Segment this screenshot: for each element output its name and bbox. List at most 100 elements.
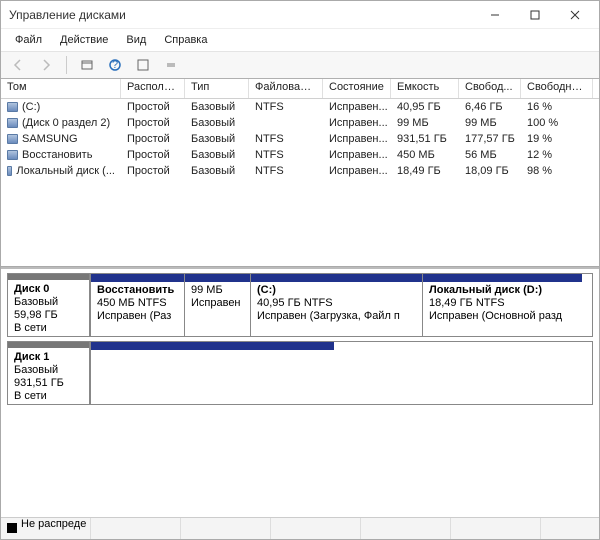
close-button[interactable]: [555, 4, 595, 26]
partition[interactable]: Локальный диск (D:)18,49 ГБ NTFSИсправен…: [422, 274, 582, 336]
back-button[interactable]: [7, 54, 29, 76]
disk-row[interactable]: Диск 1Базовый931,51 ГБВ сети: [7, 341, 593, 405]
legend-unallocated: Не распреде: [1, 518, 91, 539]
vol-fs: NTFS: [249, 99, 323, 115]
help-button[interactable]: ?: [104, 54, 126, 76]
partitions: [90, 342, 592, 404]
menu-help[interactable]: Справка: [156, 32, 215, 48]
partition-status: Исправен: [191, 297, 244, 310]
vol-type: Базовый: [185, 131, 249, 147]
vol-pct: 16 %: [521, 99, 593, 115]
menu-view[interactable]: Вид: [118, 32, 154, 48]
forward-button[interactable]: [35, 54, 57, 76]
list-rows: (C:)ПростойБазовыйNTFSИсправен...40,95 Г…: [1, 99, 599, 179]
vol-fs: NTFS: [249, 131, 323, 147]
vol-pct: 98 %: [521, 163, 593, 179]
volume-icon: [7, 150, 18, 160]
vol-capacity: 931,51 ГБ: [391, 131, 459, 147]
vol-pct: 100 %: [521, 115, 593, 131]
vol-fs: NTFS: [249, 163, 323, 179]
refresh-button[interactable]: [76, 54, 98, 76]
vol-layout: Простой: [121, 147, 185, 163]
col-capacity[interactable]: Емкость: [391, 79, 459, 98]
settings-button[interactable]: [160, 54, 182, 76]
disk-status: В сети: [14, 322, 83, 335]
vol-fs: NTFS: [249, 147, 323, 163]
partition-size: 450 МБ NTFS: [97, 297, 178, 310]
vol-layout: Простой: [121, 99, 185, 115]
disk-map: Диск 0Базовый59,98 ГБВ сетиВосстановить4…: [1, 267, 599, 517]
legend-seg: [451, 518, 541, 539]
menu-file[interactable]: Файл: [7, 32, 50, 48]
disk-label[interactable]: Диск 0Базовый59,98 ГБВ сети: [8, 274, 90, 336]
table-row[interactable]: ВосстановитьПростойБазовыйNTFSИсправен..…: [1, 147, 599, 163]
vol-name: (Диск 0 раздел 2): [22, 117, 110, 129]
disk-stripe: [8, 342, 89, 348]
legend-seg: [361, 518, 451, 539]
disk-type: Базовый: [14, 364, 83, 377]
disk-size: 59,98 ГБ: [14, 309, 83, 322]
vol-type: Базовый: [185, 163, 249, 179]
vol-capacity: 18,49 ГБ: [391, 163, 459, 179]
partition-size: 99 МБ: [191, 284, 244, 297]
table-row[interactable]: Локальный диск (...ПростойБазовыйNTFSИсп…: [1, 163, 599, 179]
partition-title: Восстановить: [97, 284, 178, 297]
partition-title: Локальный диск (D:): [429, 284, 576, 297]
vol-capacity: 450 МБ: [391, 147, 459, 163]
partition-stripe: [423, 274, 582, 282]
table-row[interactable]: (Диск 0 раздел 2)ПростойБазовыйИсправен.…: [1, 115, 599, 131]
disk-stripe: [8, 274, 89, 280]
action-button[interactable]: [132, 54, 154, 76]
maximize-button[interactable]: [515, 4, 555, 26]
col-volume[interactable]: Том: [1, 79, 121, 98]
vol-layout: Простой: [121, 163, 185, 179]
menubar: Файл Действие Вид Справка: [1, 29, 599, 51]
disk-row[interactable]: Диск 0Базовый59,98 ГБВ сетиВосстановить4…: [7, 273, 593, 337]
table-row[interactable]: (C:) ПростойБазовыйNTFSИсправен...40,95 Г…: [1, 99, 599, 115]
vol-layout: Простой: [121, 131, 185, 147]
vol-type: Базовый: [185, 99, 249, 115]
col-free[interactable]: Свобод...: [459, 79, 521, 98]
col-layout[interactable]: Располо...: [121, 79, 185, 98]
col-status[interactable]: Состояние: [323, 79, 391, 98]
partition[interactable]: [90, 342, 334, 404]
vol-layout: Простой: [121, 115, 185, 131]
minimize-button[interactable]: [475, 4, 515, 26]
col-pct[interactable]: Свободно %: [521, 79, 593, 98]
volume-list: Том Располо... Тип Файловая с... Состоян…: [1, 79, 599, 267]
vol-status: Исправен...: [323, 131, 391, 147]
table-row[interactable]: SAMSUNGПростойБазовыйNTFSИсправен...931,…: [1, 131, 599, 147]
legend-seg: [271, 518, 361, 539]
vol-status: Исправен...: [323, 99, 391, 115]
disk-status: В сети: [14, 390, 83, 403]
vol-capacity: 99 МБ: [391, 115, 459, 131]
partition-size: 40,95 ГБ NTFS: [257, 297, 416, 310]
toolbar: ?: [1, 51, 599, 79]
window-title: Управление дисками: [9, 8, 475, 22]
window: Управление дисками Файл Действие Вид Спр…: [0, 0, 600, 540]
disk-name: Диск 1: [14, 351, 83, 364]
vol-type: Базовый: [185, 147, 249, 163]
vol-name: (C:): [22, 101, 40, 113]
vol-capacity: 40,95 ГБ: [391, 99, 459, 115]
col-type[interactable]: Тип: [185, 79, 249, 98]
partition[interactable]: (C:)40,95 ГБ NTFSИсправен (Загрузка, Фай…: [250, 274, 422, 336]
partition[interactable]: 99 МБИсправен: [184, 274, 250, 336]
svg-text:?: ?: [112, 59, 118, 71]
disk-type: Базовый: [14, 296, 83, 309]
partitions: Восстановить450 МБ NTFSИсправен (Раз99 М…: [90, 274, 592, 336]
menu-action[interactable]: Действие: [52, 32, 116, 48]
partition-stripe: [251, 274, 422, 282]
vol-status: Исправен...: [323, 163, 391, 179]
col-fs[interactable]: Файловая с...: [249, 79, 323, 98]
disk-label[interactable]: Диск 1Базовый931,51 ГБВ сети: [8, 342, 90, 404]
vol-free: 6,46 ГБ: [459, 99, 521, 115]
titlebar: Управление дисками: [1, 1, 599, 29]
partition-status: Исправен (Основной разд: [429, 310, 576, 323]
disk-size: 931,51 ГБ: [14, 377, 83, 390]
partition-stripe: [91, 274, 184, 282]
partition[interactable]: Восстановить450 МБ NTFSИсправен (Раз: [90, 274, 184, 336]
vol-pct: 12 %: [521, 147, 593, 163]
vol-name: Восстановить: [22, 149, 92, 161]
vol-free: 18,09 ГБ: [459, 163, 521, 179]
